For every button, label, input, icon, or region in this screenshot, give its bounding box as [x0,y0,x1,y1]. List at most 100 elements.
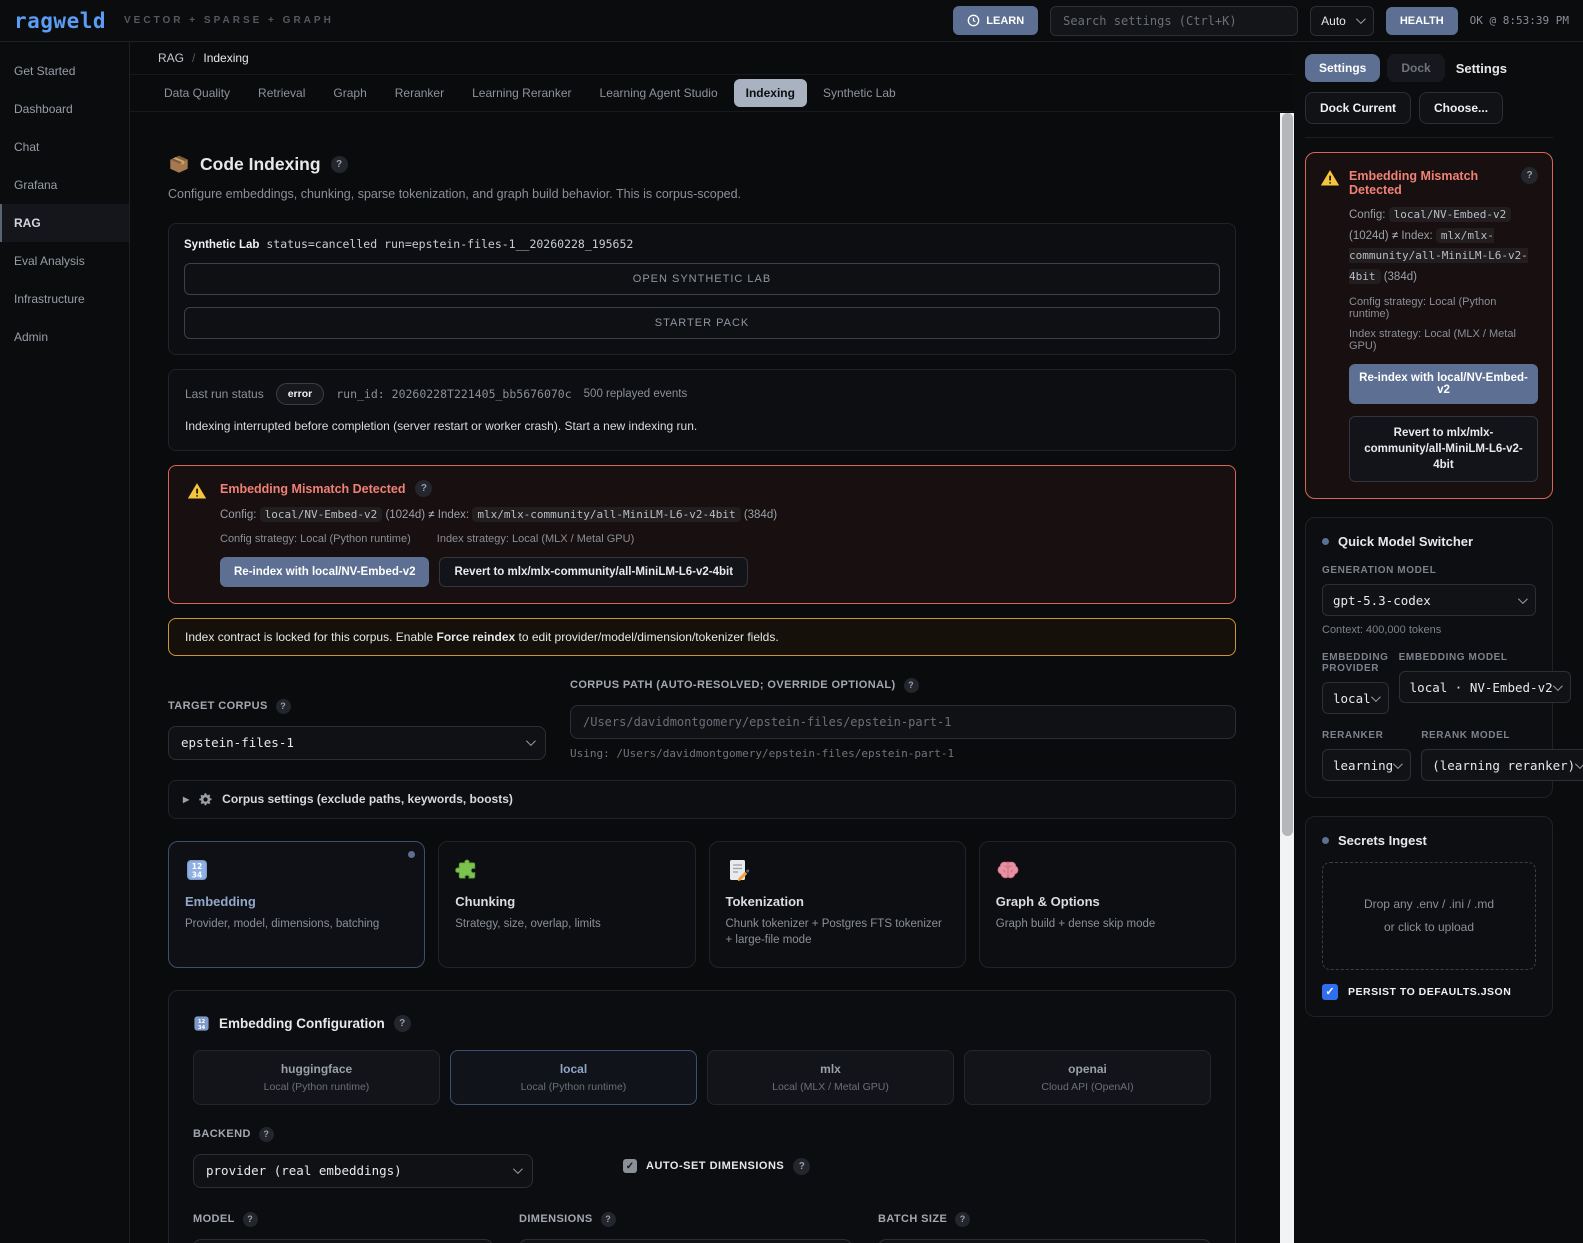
provider-mlx[interactable]: mlx Local (MLX / Metal GPU) [707,1050,954,1105]
generation-model-select[interactable]: gpt-5.3-codex [1322,584,1536,616]
provider-openai[interactable]: openai Cloud API (OpenAI) [964,1050,1211,1105]
rerank-model-select[interactable]: (learning reranker) [1421,749,1583,781]
config-strategy: Config strategy: Local (Python runtime) [1349,296,1538,320]
sidebar-item-eval-analysis[interactable]: Eval Analysis [0,242,129,280]
help-icon[interactable]: ? [394,1015,411,1032]
tab-data-quality[interactable]: Data Quality [152,79,242,107]
card-chunking[interactable]: Chunking Strategy, size, overlap, limits [438,841,695,968]
corpus-path-using: Using: /Users/davidmontgomery/epstein-fi… [570,747,1236,760]
tab-reranker[interactable]: Reranker [383,79,456,107]
config-model-code: local/NV-Embed-v2 [260,507,383,522]
sidebar-item-chat[interactable]: Chat [0,128,129,166]
sidebar-item-admin[interactable]: Admin [0,318,129,356]
panel-bullet-icon [1322,837,1329,844]
replayed-events: 500 replayed events [584,388,688,400]
svg-text:12: 12 [198,1019,206,1025]
card-embedding[interactable]: 1234 Embedding Provider, model, dimensio… [168,841,425,968]
right-tab-settings[interactable]: Settings [1305,54,1380,82]
learn-button[interactable]: LEARN [953,6,1038,35]
tab-indexing[interactable]: Indexing [734,79,807,107]
help-icon[interactable]: ? [276,699,291,714]
search-input[interactable] [1050,6,1298,36]
target-corpus-select[interactable]: epstein-files-1 [168,726,546,760]
help-icon[interactable]: ? [243,1212,258,1227]
persist-defaults-checkbox[interactable]: ✓ [1322,984,1338,1000]
help-icon[interactable]: ? [415,480,432,497]
secrets-dropzone[interactable]: Drop any .env / .ini / .md or click to u… [1322,862,1536,970]
tab-retrieval[interactable]: Retrieval [246,79,317,107]
chevron-down-icon [1371,692,1381,702]
help-icon[interactable]: ? [1521,167,1538,184]
tab-learning-reranker[interactable]: Learning Reranker [460,79,583,107]
chevron-down-icon [513,1165,523,1175]
run-id: 20260228T221405_bb5676070c [392,387,572,401]
svg-text:34: 34 [192,870,202,879]
card-tokenization[interactable]: Tokenization Chunk tokenizer + Postgres … [709,841,966,968]
index-lock-notice: Index contract is locked for this corpus… [168,618,1236,656]
puzzle-icon [455,858,678,882]
tab-learning-agent-studio[interactable]: Learning Agent Studio [588,79,730,107]
revert-button[interactable]: Revert to mlx/mlx-community/all-MiniLM-L… [439,557,748,587]
chevron-down-icon [1356,14,1366,24]
app-tagline: VECTOR + SPARSE + GRAPH [124,15,334,26]
backend-select[interactable]: provider (real embeddings) [193,1154,533,1188]
right-tab-dock[interactable]: Dock [1387,54,1444,82]
sidebar-item-get-started[interactable]: Get Started [0,52,129,90]
rerank-model-label: RERANK MODEL [1421,730,1583,741]
embedding-model-select[interactable]: local · NV-Embed-v2 [1399,671,1571,703]
sidebar-item-infrastructure[interactable]: Infrastructure [0,280,129,318]
help-icon[interactable]: ? [955,1212,970,1227]
dimensions-input[interactable] [519,1239,852,1243]
embedding-mismatch-banner: Embedding Mismatch Detected ? Config: lo… [168,465,1236,604]
help-icon[interactable]: ? [904,678,919,693]
card-graph-options[interactable]: Graph & Options Graph build + dense skip… [979,841,1236,968]
topbar-actions: LEARN Auto HEALTH OK @ 8:53:39 PM [953,6,1569,36]
quick-model-switcher-panel: Quick Model Switcher GENERATION MODEL gp… [1305,517,1553,798]
sidebar-item-grafana[interactable]: Grafana [0,166,129,204]
app-root: ragweld VECTOR + SPARSE + GRAPH LEARN Au… [0,0,1583,1243]
last-run-box: Last run status error run_id: 20260228T2… [168,369,1236,451]
provider-huggingface[interactable]: huggingface Local (Python runtime) [193,1050,440,1105]
secrets-ingest-panel: Secrets Ingest Drop any .env / .ini / .m… [1305,816,1553,1017]
chevron-down-icon [1575,759,1583,769]
breadcrumb-rag[interactable]: RAG [158,51,184,65]
reranker-select[interactable]: learning [1322,749,1411,781]
choose-button[interactable]: Choose... [1419,92,1503,124]
reindex-button[interactable]: Re-index with local/NV-Embed-v2 [220,557,429,587]
sidebar-item-dashboard[interactable]: Dashboard [0,90,129,128]
tab-graph[interactable]: Graph [321,79,378,107]
index-strategy: Index strategy: Local (MLX / Metal GPU) [437,533,634,545]
embedding-provider-label: EMBEDDING PROVIDER [1322,652,1389,674]
help-icon[interactable]: ? [793,1158,810,1175]
brain-icon [996,858,1219,882]
theme-select[interactable]: Auto [1310,6,1374,36]
reranker-label: RERANKER [1322,730,1411,741]
starter-pack-button[interactable]: STARTER PACK [184,307,1220,339]
context-note: Context: 400,000 tokens [1322,624,1536,636]
help-icon[interactable]: ? [259,1127,274,1142]
backend-field: BACKEND ? provider (real embeddings) [193,1127,533,1188]
autoset-dimensions-checkbox[interactable]: ✓ [623,1159,637,1173]
tab-synthetic-lab[interactable]: Synthetic Lab [811,79,908,107]
revert-button[interactable]: Revert to mlx/mlx-community/all-MiniLM-L… [1349,416,1538,482]
health-button[interactable]: HEALTH [1386,7,1458,35]
health-status-text: OK @ 8:53:39 PM [1470,14,1569,27]
package-icon [168,153,190,175]
dock-current-button[interactable]: Dock Current [1305,92,1411,124]
corpus-path-input[interactable] [570,705,1236,739]
help-icon[interactable]: ? [331,156,348,173]
warning-icon [187,481,207,501]
corpus-settings-toggle[interactable]: ▶ Corpus settings (exclude paths, keywor… [168,780,1236,819]
sidebar-item-rag[interactable]: RAG [0,204,129,242]
model-field: MODEL ? NV-Embed-v2 (1024d) Dimensions: … [193,1212,493,1243]
scrollbar-thumb[interactable] [1282,113,1293,836]
batch-size-input[interactable] [878,1239,1211,1243]
secrets-ingest-title: Secrets Ingest [1338,833,1427,848]
main-scrollbar[interactable] [1280,113,1294,1243]
embedding-provider-select[interactable]: local [1322,682,1389,714]
model-select[interactable]: NV-Embed-v2 (1024d) [193,1239,493,1243]
help-icon[interactable]: ? [601,1212,616,1227]
reindex-button[interactable]: Re-index with local/NV-Embed-v2 [1349,364,1538,404]
provider-local[interactable]: local Local (Python runtime) [450,1050,697,1105]
open-synthetic-lab-button[interactable]: OPEN SYNTHETIC LAB [184,263,1220,295]
